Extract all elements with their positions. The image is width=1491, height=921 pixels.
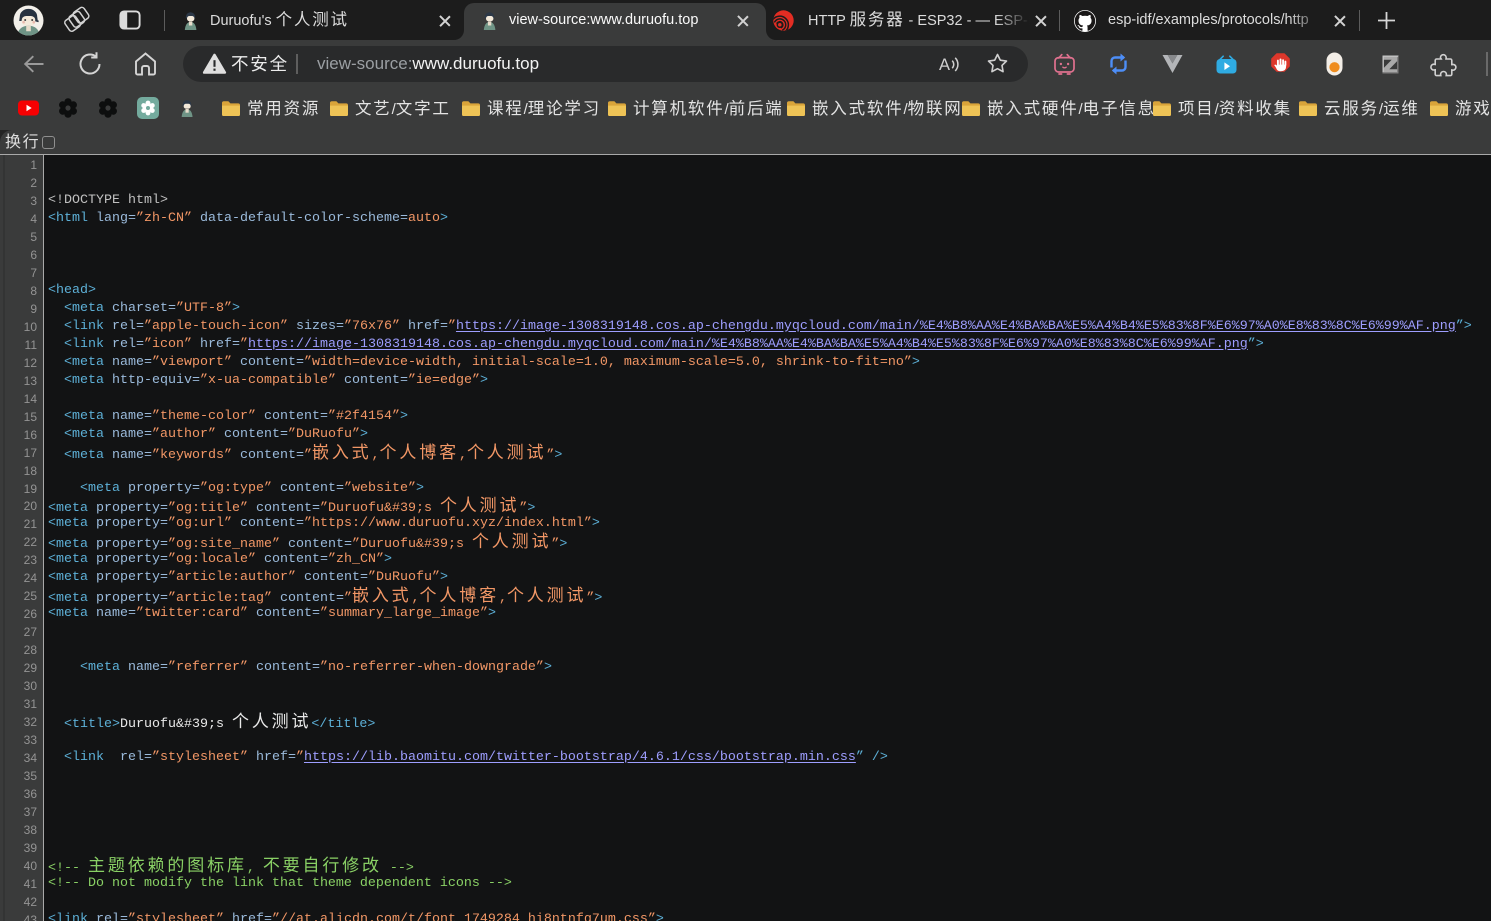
svg-text:A: A (939, 56, 950, 74)
